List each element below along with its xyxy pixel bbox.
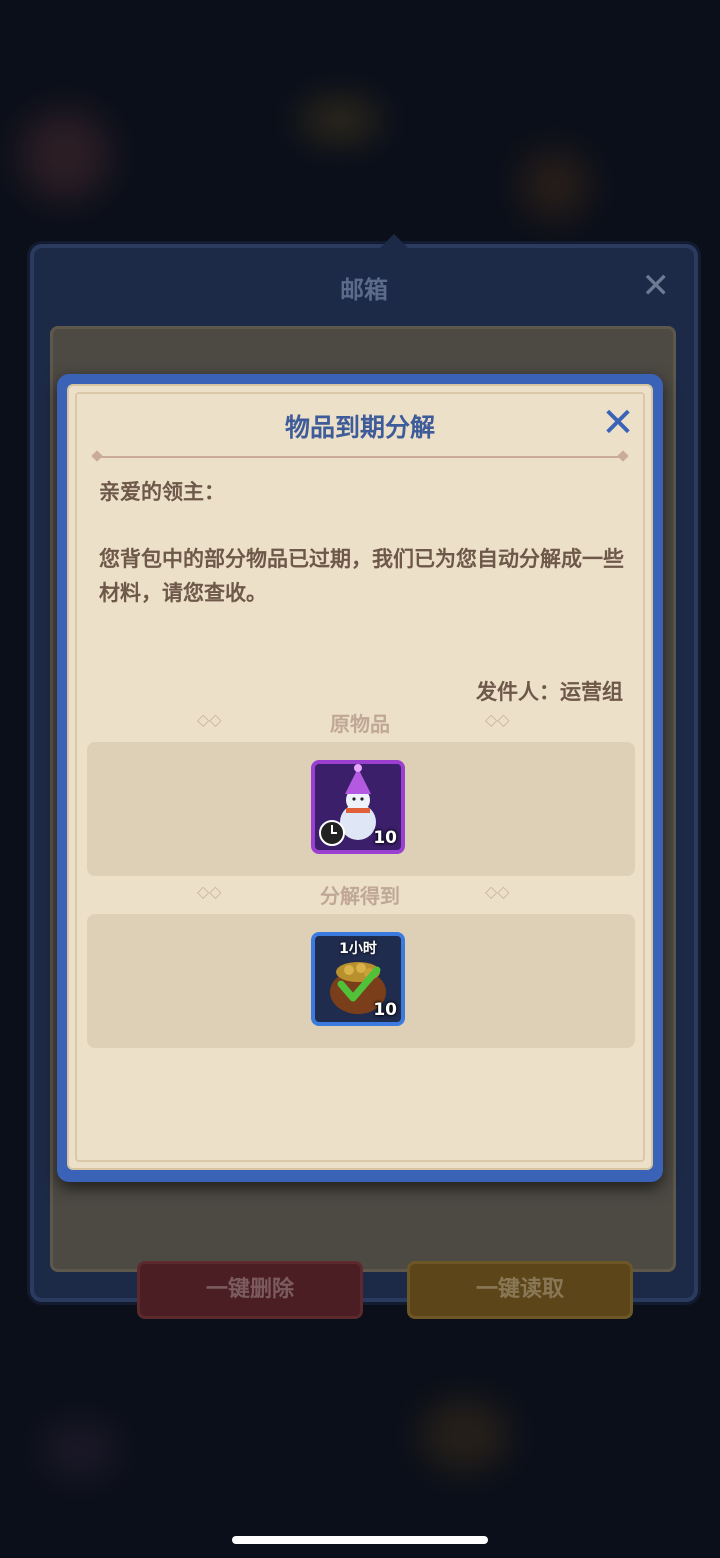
ornament-icon: ◇◇ [485, 710, 510, 729]
bg-decoration [40, 1420, 120, 1480]
close-icon[interactable]: ✕ [597, 402, 639, 444]
mail-dialog: 物品到期分解 ✕ 亲爱的领主： 您背包中的部分物品已过期，我们已为您自动分解成一… [57, 374, 663, 1182]
title-divider [97, 456, 623, 458]
mailbox-close-icon[interactable]: ✕ [642, 266, 671, 306]
bg-decoration [20, 110, 110, 200]
bg-decoration [520, 150, 590, 220]
mailbox-title: 邮箱 [340, 276, 388, 304]
result-item-box: 1小时 10 [87, 914, 635, 1048]
item-quantity: 10 [373, 1000, 397, 1020]
mail-body: 您背包中的部分物品已过期，我们已为您自动分解成一些材料，请您查收。 [99, 547, 624, 605]
mail-greeting: 亲爱的领主： [99, 480, 225, 504]
home-indicator[interactable] [232, 1536, 488, 1544]
mail-sender: 发件人：运营组 [476, 680, 623, 704]
original-section-label: 原物品 [330, 712, 390, 736]
clock-icon [319, 820, 345, 846]
time-tag: 1小时 [339, 941, 377, 957]
read-all-button[interactable]: 一键读取 [407, 1261, 633, 1319]
item-quantity: 10 [373, 828, 397, 848]
original-item-box: 10 [87, 742, 635, 876]
delete-all-button[interactable]: 一键删除 [137, 1261, 363, 1319]
result-section-label: 分解得到 [320, 884, 400, 908]
original-item-slot[interactable]: 10 [311, 760, 405, 854]
result-item-slot[interactable]: 1小时 10 [311, 932, 405, 1026]
ornament-icon: ◇◇ [485, 882, 510, 901]
bg-decoration [420, 1400, 510, 1470]
bg-decoration [300, 100, 380, 140]
dialog-title: 物品到期分解 [284, 413, 435, 442]
mail-dialog-body: 物品到期分解 ✕ 亲爱的领主： 您背包中的部分物品已过期，我们已为您自动分解成一… [67, 384, 653, 1170]
panel-notch [374, 234, 414, 254]
